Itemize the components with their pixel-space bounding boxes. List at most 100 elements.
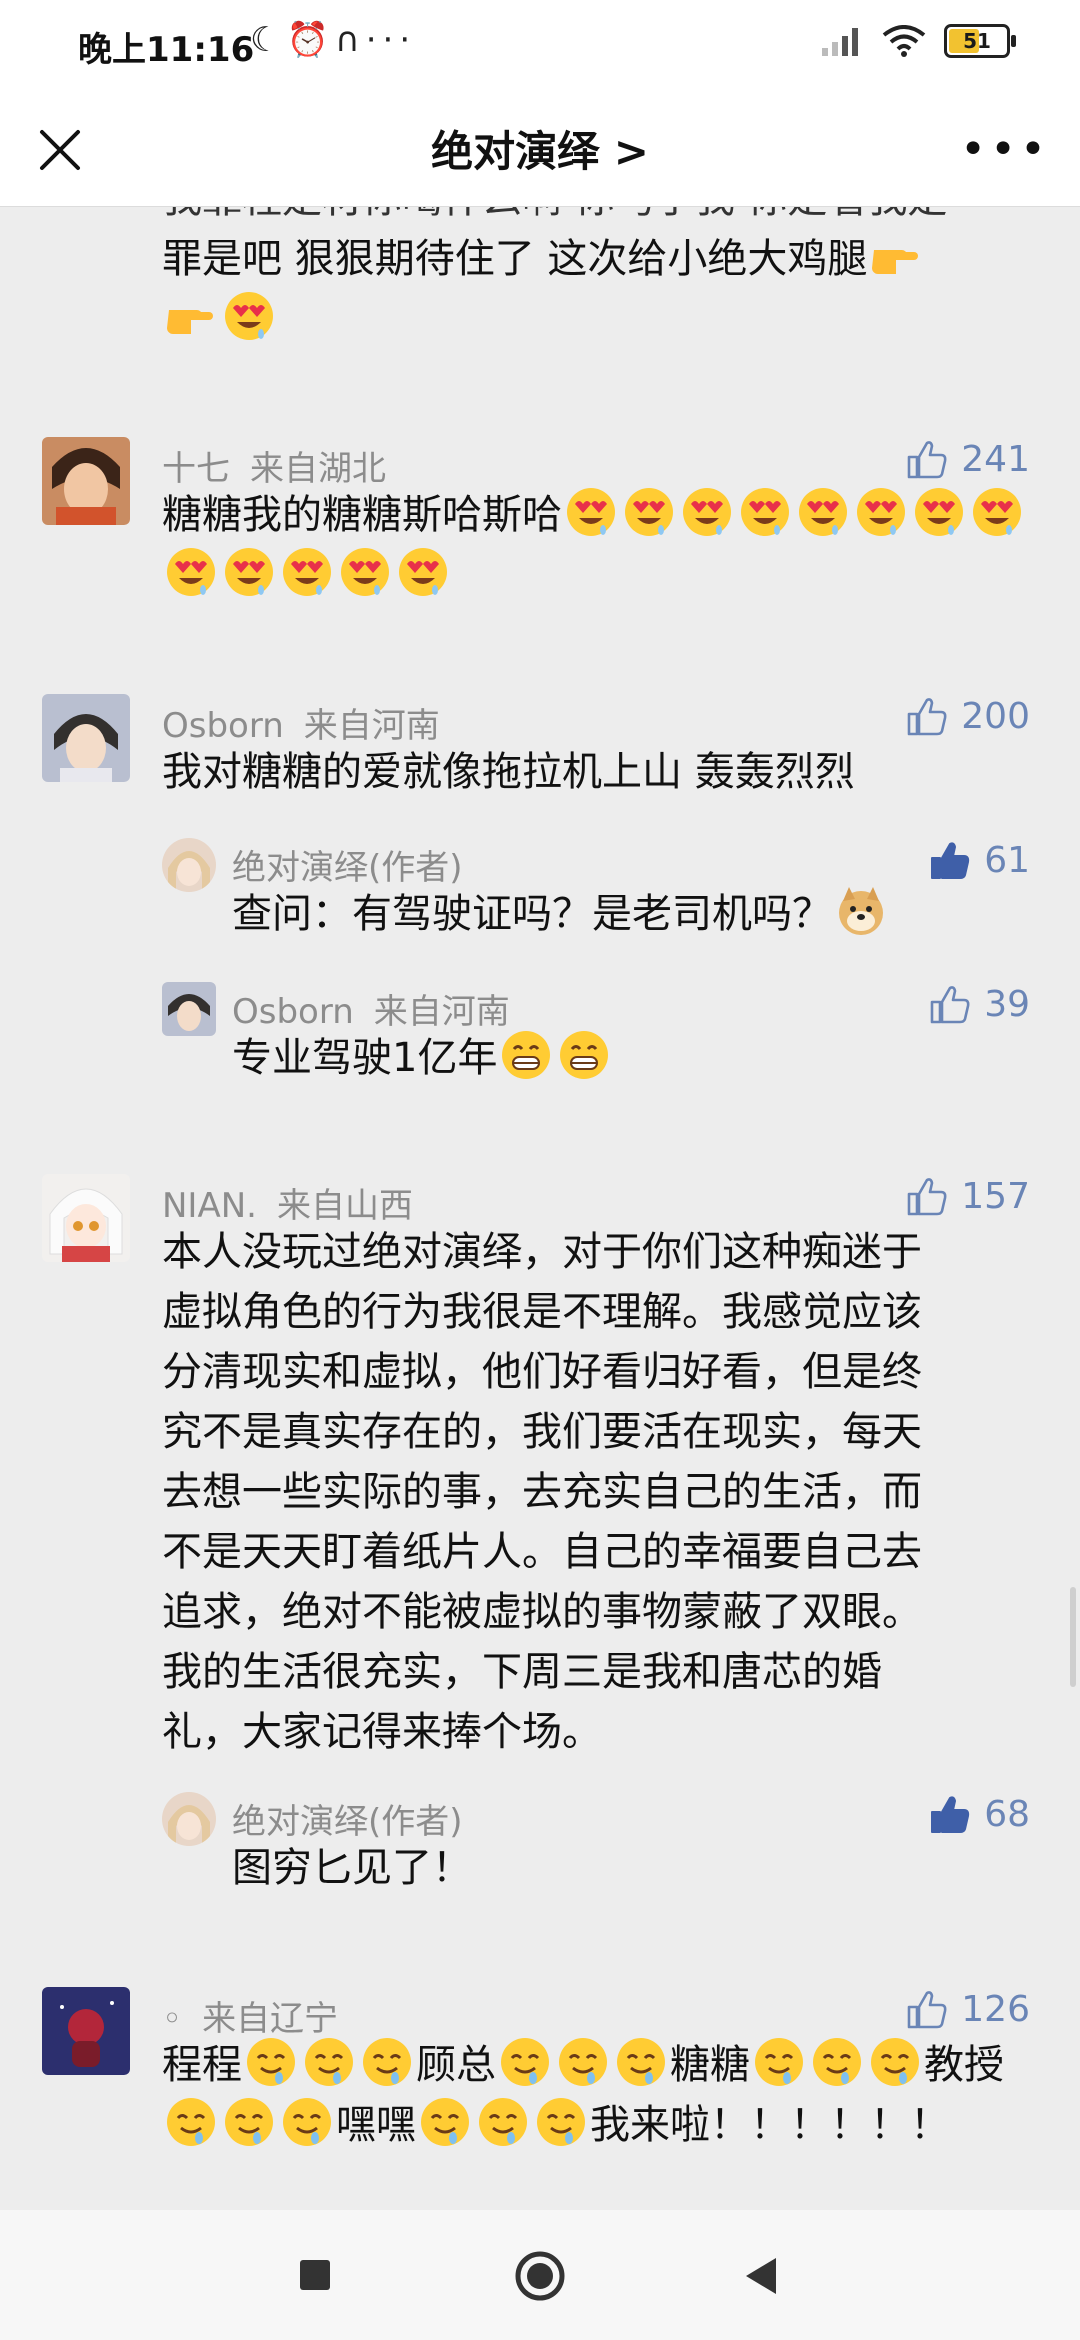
reply-avatar[interactable] [162, 838, 216, 892]
thumbs-up-filled-icon [928, 1792, 972, 1836]
signal-icon [822, 28, 858, 56]
reply-author-name[interactable]: Osborn [232, 992, 354, 1032]
comment-text-line: 分清现实和虚拟，他们好看归好看，但是终 [162, 1349, 922, 1395]
back-button[interactable] [744, 2256, 778, 2296]
reply-author-location: 来自河南 [373, 992, 510, 1032]
alarm-icon: ⏰ [286, 20, 335, 60]
drool-emoji [165, 2096, 217, 2148]
comment-text-line: 追求，绝对不能被虚拟的事物蒙蔽了双眼。 [162, 1589, 922, 1635]
drool-emoji [281, 2096, 333, 2148]
system-nav-bar [0, 2210, 1080, 2340]
avatar[interactable] [42, 694, 130, 782]
heart-eyes-emoji [397, 546, 449, 598]
page-title[interactable]: 绝对演绎 > [0, 118, 1080, 179]
commenter-name[interactable]: Osborn [162, 706, 284, 746]
comment-text: 糖糖我的糖糖斯哈斯哈 [162, 485, 1042, 605]
reply-text: 专业驾驶1亿年 [232, 1028, 1032, 1088]
thumbs-up-icon [905, 1174, 949, 1218]
battery-level: 51 [963, 29, 991, 53]
heart-eyes-emoji [339, 546, 391, 598]
more-icon[interactable]: ••• [960, 128, 1050, 172]
comment-text-segment: 糖糖 [670, 2042, 750, 2088]
thumbs-up-filled-icon [928, 838, 972, 882]
scrollbar[interactable] [1070, 1587, 1076, 1687]
like-count: 241 [961, 438, 1030, 480]
comment-text-line: 我的生活很充实，下周三是我和唐芯的婚 [162, 1649, 882, 1695]
like-button[interactable]: 200 [905, 694, 1030, 738]
heart-eyes-emoji [223, 290, 275, 342]
more-status-icon: ··· [365, 20, 417, 60]
comment-text-segment: 我来啦！！！！！！ [590, 2102, 950, 2148]
like-button[interactable]: 61 [928, 838, 1030, 882]
status-icons: ☾⏰∩··· [250, 20, 416, 60]
recent-apps-button[interactable] [300, 2260, 330, 2290]
reply-author-name[interactable]: 绝对演绎(作者) [232, 848, 463, 888]
heart-eyes-emoji [565, 486, 617, 538]
like-button[interactable]: 157 [905, 1174, 1030, 1218]
heart-eyes-emoji [281, 546, 333, 598]
reply-avatar[interactable] [162, 1792, 216, 1846]
like-count: 68 [984, 1793, 1030, 1835]
comment-text-body: 糖糖我的糖糖斯哈斯哈 [162, 492, 562, 538]
like-button[interactable]: 68 [928, 1792, 1030, 1836]
comment-text-line: 罪是吧 狠狠期待住了 这次给小绝大鸡腿 [162, 236, 868, 282]
commenter-name[interactable]: NIAN. [162, 1186, 257, 1226]
comment-text-segment: 程程 [162, 2042, 242, 2088]
drool-emoji [615, 2036, 667, 2088]
avatar[interactable] [42, 437, 130, 525]
drool-emoji [499, 2036, 551, 2088]
avatar[interactable] [42, 1987, 130, 2075]
commenter-location: 来自湖北 [250, 449, 386, 489]
comment-text: 我对糖糖的爱就像拖拉机上山 轰轰烈烈 [162, 749, 855, 795]
avatar[interactable] [42, 1174, 130, 1262]
comment-text-segment: 教授 [924, 2042, 1004, 2088]
heart-eyes-emoji [797, 486, 849, 538]
headset-icon: ∩ [334, 20, 366, 60]
point-right-emoji [870, 230, 922, 282]
like-count: 126 [961, 1988, 1030, 2030]
comment-text-line: 我靠程是材你喝什么啊 你马了我 你是看我是 [162, 207, 1042, 229]
reply-text: 查问：有驾驶证吗？是老司机吗？ [232, 884, 1032, 944]
thumbs-up-icon [905, 1987, 949, 2031]
comment-list[interactable]: 我靠程是材你喝什么啊 你马了我 你是看我是 罪是吧 狠狠期待住了 这次给小绝大鸡… [0, 207, 1080, 2210]
reply-text-body: 专业驾驶1亿年 [232, 1035, 498, 1081]
wifi-icon [882, 25, 926, 57]
commenter-name[interactable]: ◦ [162, 1999, 182, 2039]
thumbs-up-icon [928, 982, 972, 1026]
heart-eyes-emoji [681, 486, 733, 538]
top-bar: 绝对演绎 > ••• [0, 96, 1080, 207]
reply-author-name[interactable]: 绝对演绎(作者) [232, 1802, 463, 1842]
status-time: 晚上11:16 [78, 30, 255, 70]
grin-emoji [558, 1029, 610, 1081]
like-button[interactable]: 241 [905, 437, 1030, 481]
comment-text-line: 本人没玩过绝对演绎，对于你们这种痴迷于 [162, 1229, 922, 1275]
comment-text-segment: 嘿嘿 [336, 2102, 416, 2148]
like-button[interactable]: 126 [905, 1987, 1030, 2031]
heart-eyes-emoji [739, 486, 791, 538]
heart-eyes-emoji [913, 486, 965, 538]
comment-text-line: 虚拟角色的行为我很是不理解。我感觉应该 [162, 1289, 922, 1335]
home-button[interactable] [514, 2250, 566, 2302]
drool-emoji [535, 2096, 587, 2148]
point-right-emoji [165, 290, 217, 342]
moon-icon: ☾ [250, 20, 287, 60]
drool-emoji [869, 2036, 921, 2088]
reply-text-body: 查问：有驾驶证吗？是老司机吗？ [232, 891, 832, 937]
heart-eyes-emoji [223, 546, 275, 598]
doge-emoji [835, 885, 887, 937]
battery-icon: 51 [944, 24, 1016, 58]
commenter-location: 来自辽宁 [202, 1999, 339, 2039]
reply-avatar[interactable] [162, 982, 216, 1036]
comment-text-line: 礼，大家记得来捧个场。 [162, 1709, 602, 1755]
like-button[interactable]: 39 [928, 982, 1030, 1026]
heart-eyes-emoji [855, 486, 907, 538]
heart-eyes-emoji [623, 486, 675, 538]
drool-emoji [361, 2036, 413, 2088]
drool-emoji [303, 2036, 355, 2088]
comment-text: 程程 顾总 糖糖 教授 嘿嘿 我来啦！！！！！！ [162, 2035, 1042, 2155]
grin-emoji [500, 1029, 552, 1081]
commenter-name[interactable]: 十七 [162, 449, 230, 489]
commenter-location: 来自山西 [276, 1186, 413, 1226]
drool-emoji [477, 2096, 529, 2148]
comment-text-line: 究不是真实存在的，我们要活在现实，每天 [162, 1409, 922, 1455]
